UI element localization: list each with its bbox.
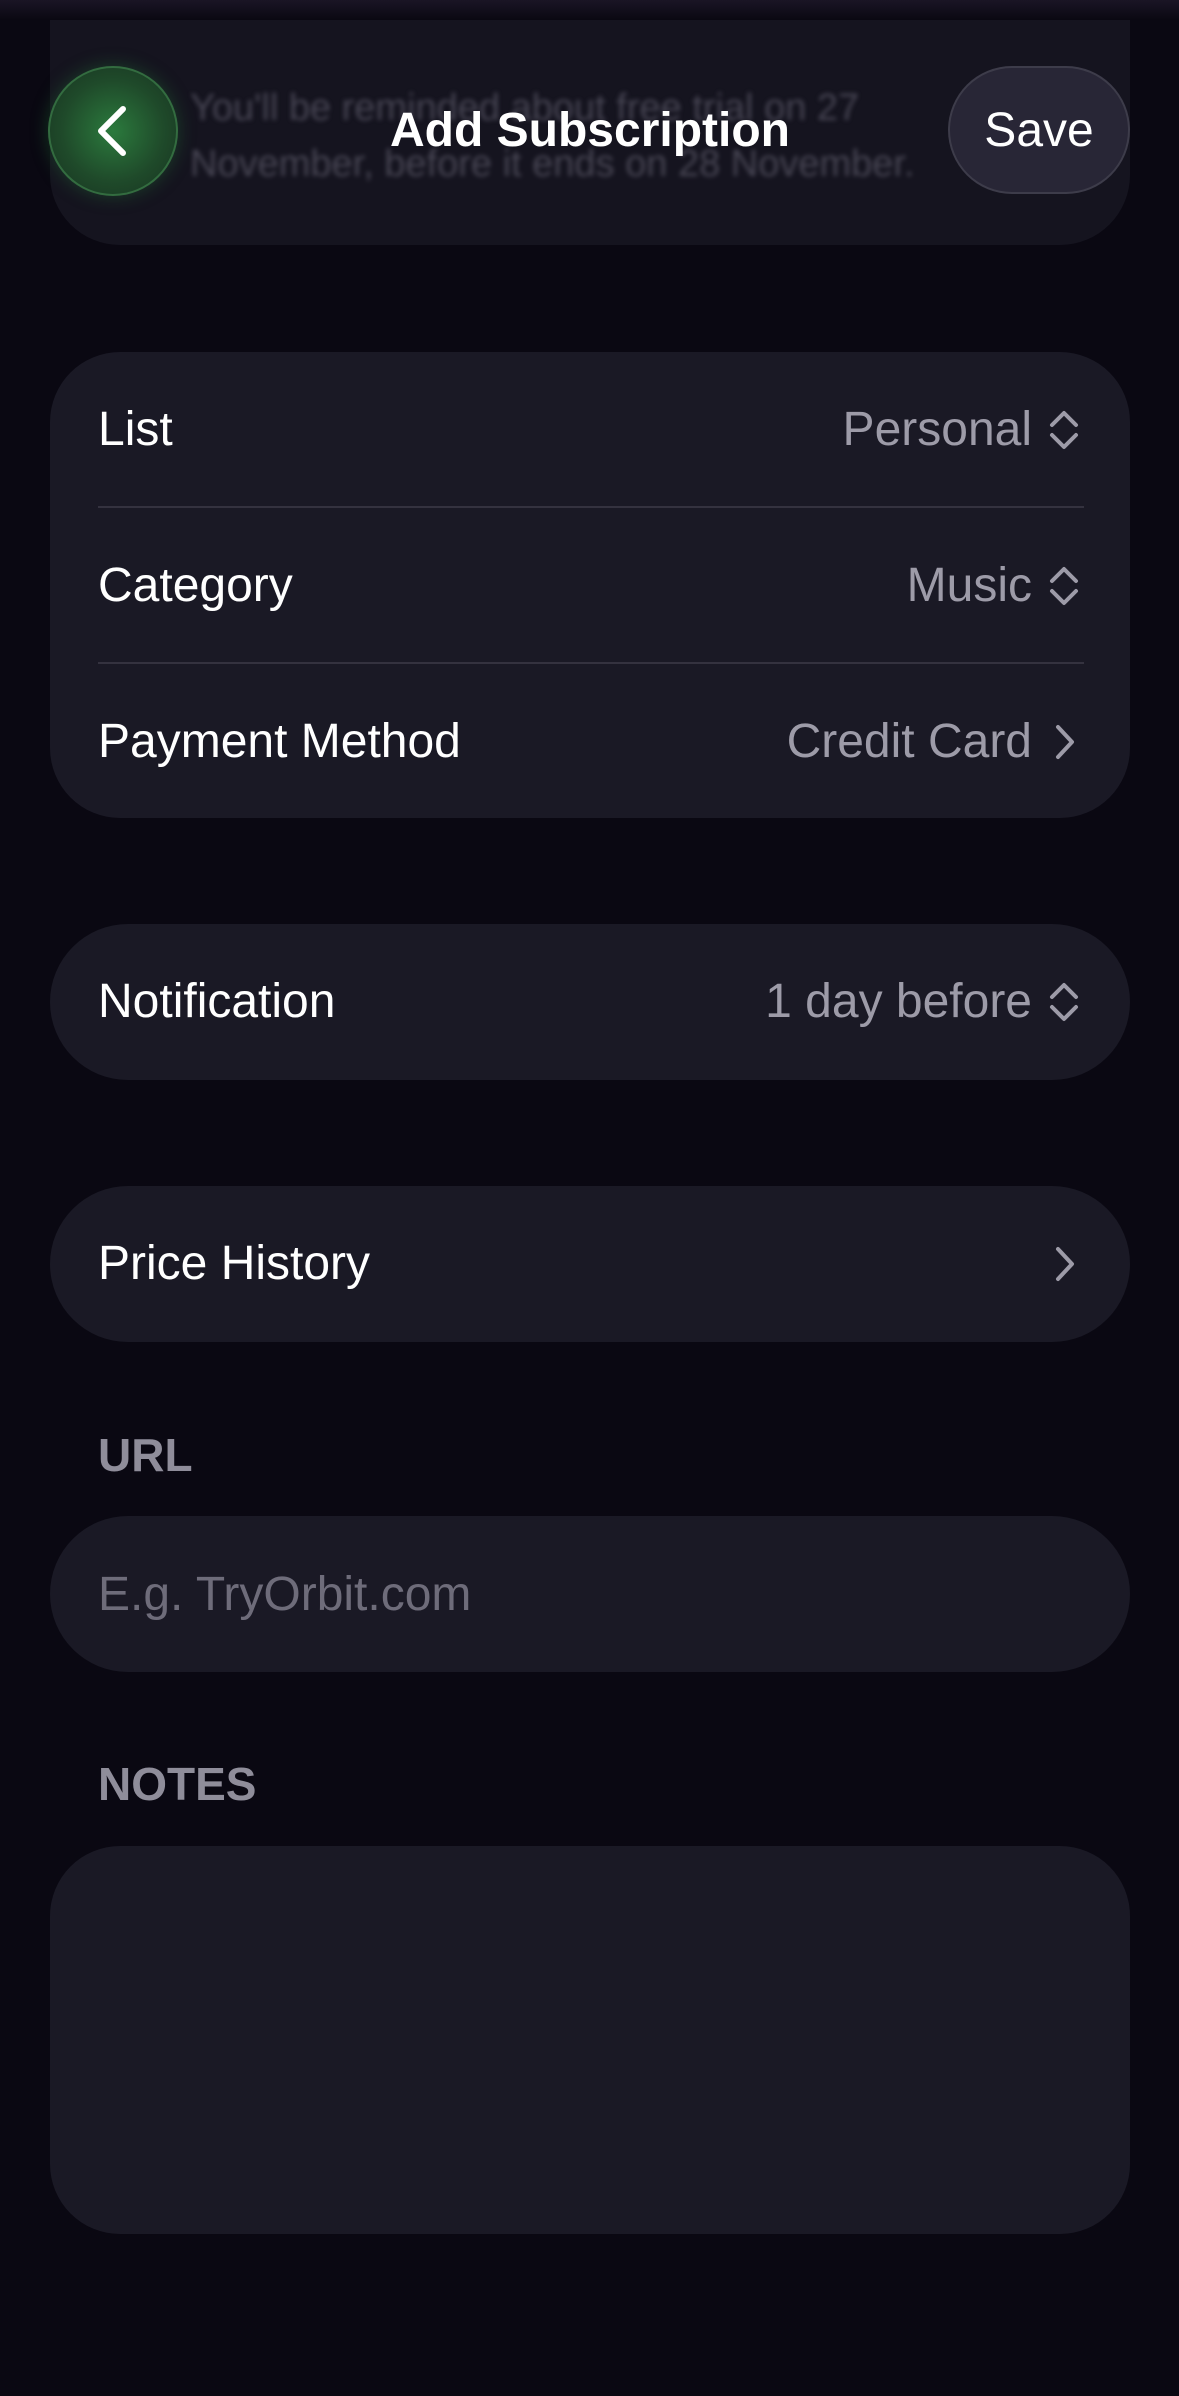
notes-input[interactable] bbox=[50, 1846, 1130, 2234]
category-value: Music bbox=[906, 559, 1032, 612]
chevron-left-icon bbox=[98, 106, 126, 156]
list-label: List bbox=[98, 403, 173, 456]
notification-value: 1 day before bbox=[765, 975, 1032, 1028]
notes-section-label: NOTES bbox=[98, 1758, 257, 1810]
notification-group: Notification 1 day before bbox=[50, 924, 1130, 1080]
notification-label: Notification bbox=[98, 975, 336, 1028]
url-input[interactable] bbox=[50, 1516, 1130, 1672]
top-edge-fade bbox=[0, 0, 1179, 20]
back-button[interactable] bbox=[48, 66, 178, 196]
category-row[interactable]: Category Music bbox=[50, 508, 1130, 664]
add-subscription-screen: You'll be reminded about free trial on 2… bbox=[0, 0, 1179, 2396]
chevron-up-down-icon bbox=[1050, 567, 1078, 605]
list-row[interactable]: List Personal bbox=[50, 352, 1130, 508]
chevron-up-down-icon bbox=[1050, 983, 1078, 1021]
chevron-up-down-icon bbox=[1050, 411, 1078, 449]
notification-row[interactable]: Notification 1 day before bbox=[50, 924, 1130, 1080]
page-title: Add Subscription bbox=[390, 104, 790, 157]
category-label: Category bbox=[98, 559, 293, 612]
price-history-label: Price History bbox=[98, 1237, 371, 1290]
chevron-right-icon bbox=[1056, 725, 1074, 759]
list-value: Personal bbox=[842, 403, 1032, 456]
url-section-label: URL bbox=[98, 1429, 193, 1481]
chevron-right-icon bbox=[1056, 1247, 1074, 1281]
payment-method-value: Credit Card bbox=[786, 715, 1032, 768]
payment-method-row[interactable]: Payment Method Credit Card bbox=[50, 664, 1130, 820]
details-group: List Personal Category Music Payment Met… bbox=[50, 352, 1130, 818]
payment-method-label: Payment Method bbox=[98, 715, 461, 768]
price-history-row[interactable]: Price History bbox=[50, 1186, 1130, 1342]
save-button[interactable]: Save bbox=[948, 66, 1130, 194]
price-history-group: Price History bbox=[50, 1186, 1130, 1342]
